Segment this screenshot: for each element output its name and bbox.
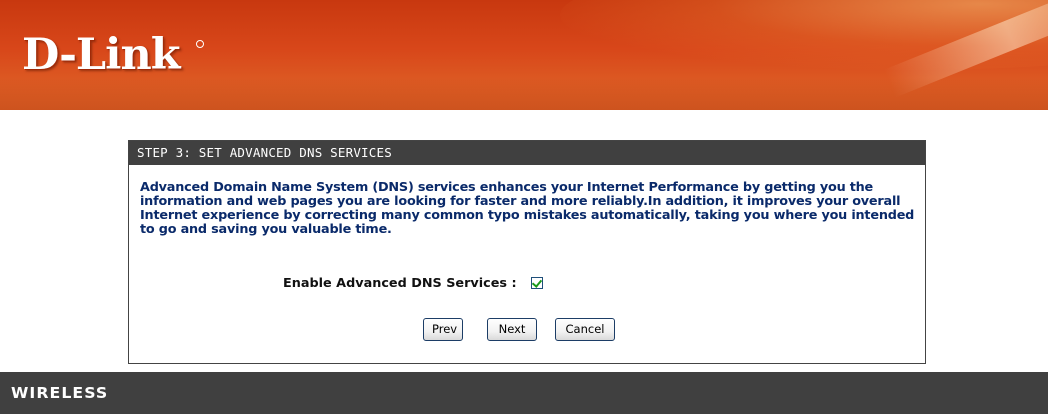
- logo-text: D-Link: [22, 30, 181, 80]
- enable-dns-label: Enable Advanced DNS Services :: [283, 276, 517, 291]
- prev-button[interactable]: Prev: [423, 318, 463, 341]
- header-banner: D-Link: [0, 0, 1048, 110]
- cancel-button[interactable]: Cancel: [555, 318, 615, 341]
- checkmark-icon: [531, 277, 543, 288]
- registered-mark-icon: [196, 40, 204, 48]
- wizard-description: Advanced Domain Name System (DNS) servic…: [140, 180, 915, 237]
- footer-label: WIRELESS: [11, 384, 109, 402]
- wizard-panel: STEP 3: SET ADVANCED DNS SERVICES Advanc…: [128, 140, 926, 364]
- wizard-title: STEP 3: SET ADVANCED DNS SERVICES: [129, 141, 925, 165]
- dlink-logo: D-Link: [22, 30, 204, 80]
- enable-dns-checkbox[interactable]: [531, 277, 543, 289]
- header-stripe: [0, 78, 1048, 110]
- footer-bar: WIRELESS: [0, 372, 1048, 414]
- next-button[interactable]: Next: [487, 318, 537, 341]
